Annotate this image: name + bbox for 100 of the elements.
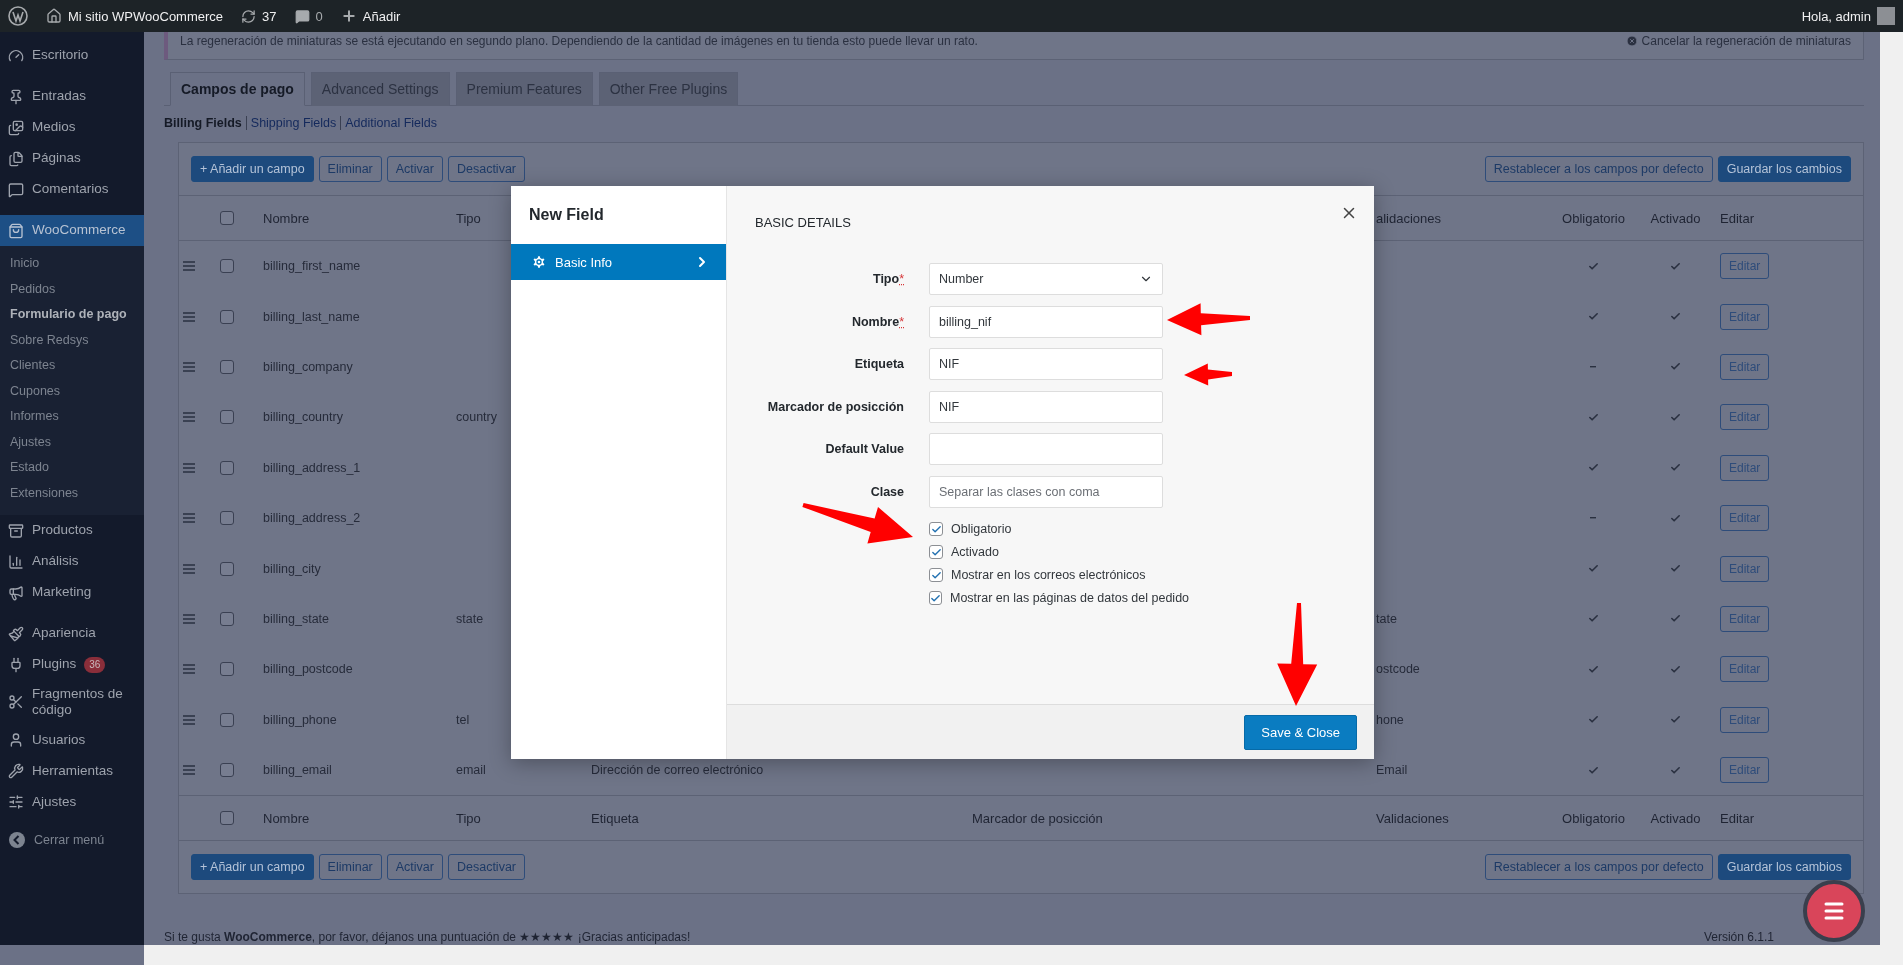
sidebar-item[interactable]: Herramientas bbox=[0, 755, 144, 787]
primary-button[interactable]: Guardar los cambios bbox=[1717, 854, 1851, 881]
drag-handle-icon[interactable] bbox=[183, 664, 195, 675]
cancel-link[interactable]: Cancelar la regeneración de miniaturas bbox=[1625, 34, 1851, 48]
sidebar-item[interactable]: WooCommerce bbox=[0, 215, 144, 246]
sidebar-item[interactable]: Ajustes bbox=[0, 786, 144, 818]
type-select[interactable]: Number bbox=[929, 263, 1163, 295]
checkbox[interactable] bbox=[220, 561, 234, 576]
plus-icon[interactable] bbox=[340, 8, 357, 24]
sidebar-item[interactable]: Escritorio bbox=[0, 40, 144, 71]
checkbox[interactable] bbox=[929, 568, 943, 582]
section-link[interactable]: Additional Fields bbox=[340, 116, 437, 130]
refresh-icon[interactable] bbox=[241, 8, 257, 24]
secondary-button[interactable]: Restablecer a los campos por defecto bbox=[1484, 156, 1713, 182]
checkbox[interactable] bbox=[220, 460, 234, 475]
secondary-button[interactable]: Activar bbox=[386, 854, 443, 881]
updates-count[interactable]: 37 bbox=[262, 8, 277, 24]
scrollbar[interactable] bbox=[1880, 32, 1903, 945]
drag-handle-icon[interactable] bbox=[183, 613, 195, 624]
section-link[interactable]: Shipping Fields bbox=[245, 116, 337, 130]
submenu-item[interactable]: Cupones bbox=[0, 379, 144, 405]
checkbox[interactable] bbox=[220, 511, 234, 526]
checkbox[interactable] bbox=[929, 591, 942, 605]
sidebar-item[interactable]: Comentarios bbox=[0, 174, 144, 205]
site-name-link[interactable]: Mi sitio WPWooCommerce bbox=[68, 8, 224, 24]
drag-handle-icon[interactable] bbox=[183, 563, 195, 574]
sidebar-item[interactable]: Apariencia bbox=[0, 618, 144, 649]
table-cell-text: billing_last_name bbox=[262, 309, 360, 324]
table-cell-text: state bbox=[455, 611, 484, 626]
drag-handle-icon[interactable] bbox=[183, 261, 195, 272]
input-field[interactable]: NIF bbox=[929, 390, 1163, 423]
drag-handle-icon[interactable] bbox=[183, 361, 195, 372]
sidebar-item[interactable]: Páginas bbox=[0, 143, 144, 174]
new-link[interactable]: Añadir bbox=[362, 8, 401, 24]
sidebar-item[interactable]: Medios bbox=[0, 112, 144, 143]
home-icon[interactable] bbox=[46, 8, 62, 24]
checkbox-label[interactable]: Mostrar en las páginas de datos del pedido bbox=[950, 591, 1190, 605]
sidebar-item[interactable]: Usuarios bbox=[0, 724, 144, 756]
checkbox[interactable] bbox=[220, 211, 234, 225]
drag-handle-icon[interactable] bbox=[183, 412, 195, 423]
submenu-item[interactable]: Estado bbox=[0, 456, 144, 482]
submenu-item[interactable]: Sobre Redsys bbox=[0, 328, 144, 354]
drag-handle-icon[interactable] bbox=[183, 714, 195, 725]
checkbox[interactable] bbox=[220, 712, 234, 727]
floating-action-button[interactable] bbox=[1803, 880, 1865, 942]
sidebar-item[interactable]: Fragmentos de código bbox=[0, 680, 144, 725]
checkbox[interactable] bbox=[220, 410, 234, 425]
drag-handle-icon[interactable] bbox=[183, 765, 195, 776]
primary-button[interactable]: Guardar los cambios bbox=[1717, 156, 1851, 182]
checkbox-label[interactable]: Mostrar en los correos electrónicos bbox=[951, 568, 1146, 582]
collapse-menu-button[interactable]: Cerrar menú bbox=[0, 827, 144, 854]
version-text: Versión 6.1.1 bbox=[1703, 930, 1774, 945]
drag-handle-icon[interactable] bbox=[183, 513, 195, 524]
submenu-item[interactable]: Informes bbox=[0, 405, 144, 431]
section-link[interactable]: Billing Fields bbox=[164, 116, 242, 130]
sidebar-item[interactable]: Marketing bbox=[0, 577, 144, 608]
primary-button[interactable]: + Añadir un campo bbox=[191, 854, 314, 881]
save-button[interactable]: Save & Close bbox=[1244, 714, 1357, 750]
sidebar-item[interactable]: Plugins 36 bbox=[0, 649, 144, 680]
greeting-link[interactable]: Hola, admin bbox=[1801, 8, 1871, 24]
tab[interactable]: Campos de pago bbox=[170, 72, 305, 106]
primary-button[interactable]: + Añadir un campo bbox=[191, 156, 314, 182]
submenu-item[interactable]: Clientes bbox=[0, 354, 144, 380]
checkbox[interactable] bbox=[220, 309, 234, 324]
submenu-item[interactable]: Extensiones bbox=[0, 481, 144, 507]
secondary-button[interactable]: Desactivar bbox=[447, 854, 525, 881]
drag-handle-icon[interactable] bbox=[183, 462, 195, 473]
checkbox[interactable] bbox=[929, 522, 943, 536]
checkbox[interactable] bbox=[929, 545, 943, 559]
submenu-item[interactable]: Formulario de pago bbox=[0, 303, 144, 329]
checkbox[interactable] bbox=[220, 259, 234, 274]
secondary-button[interactable]: Restablecer a los campos por defecto bbox=[1484, 854, 1713, 881]
nav-item[interactable]: Basic Info bbox=[511, 244, 726, 280]
secondary-button[interactable]: Eliminar bbox=[318, 156, 382, 182]
chevron-left-circle-icon bbox=[8, 831, 26, 850]
checkbox-label[interactable]: Activado bbox=[951, 545, 999, 559]
input-field[interactable]: Separar las clases con coma bbox=[929, 475, 1163, 508]
checkbox[interactable] bbox=[220, 611, 234, 626]
scrollbar[interactable] bbox=[144, 945, 1903, 965]
sidebar-item[interactable]: Productos bbox=[0, 515, 144, 546]
secondary-button[interactable]: Activar bbox=[386, 156, 443, 182]
checkbox[interactable] bbox=[220, 811, 234, 826]
drag-handle-icon[interactable] bbox=[183, 311, 195, 322]
input-field[interactable] bbox=[929, 433, 1163, 465]
input-field[interactable]: billing_nif bbox=[929, 305, 1163, 338]
wordpress-logo[interactable] bbox=[8, 6, 28, 26]
checkbox[interactable] bbox=[220, 662, 234, 677]
checkbox-label[interactable]: Obligatorio bbox=[951, 522, 1012, 536]
input-field[interactable]: NIF bbox=[929, 348, 1163, 380]
secondary-button[interactable]: Eliminar bbox=[318, 854, 382, 881]
comment-icon[interactable] bbox=[294, 8, 310, 24]
sidebar-item[interactable]: Análisis bbox=[0, 546, 144, 577]
submenu-item[interactable]: Inicio bbox=[0, 252, 144, 278]
submenu-item[interactable]: Pedidos bbox=[0, 277, 144, 303]
checkbox[interactable] bbox=[220, 359, 234, 374]
checkbox[interactable] bbox=[220, 763, 234, 778]
sidebar-item[interactable]: Entradas bbox=[0, 81, 144, 112]
secondary-button[interactable]: Desactivar bbox=[447, 156, 525, 182]
submenu-item[interactable]: Ajustes bbox=[0, 430, 144, 456]
comments-count[interactable]: 0 bbox=[315, 8, 323, 24]
